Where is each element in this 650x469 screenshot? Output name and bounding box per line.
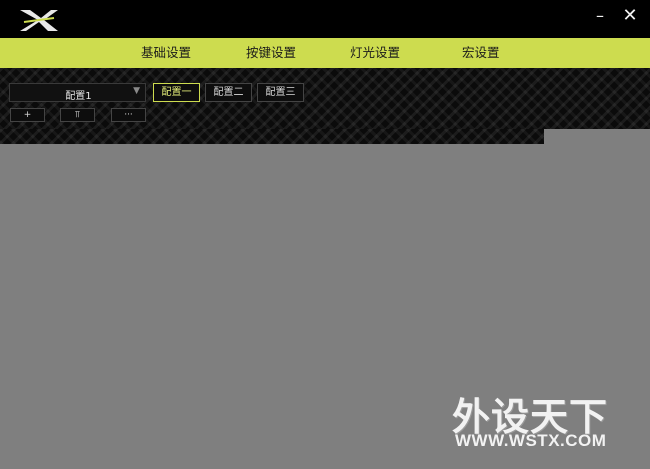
tab-basic-settings[interactable]: 基础设置	[141, 38, 191, 68]
toolbar-decoration	[0, 129, 544, 144]
tab-macro-settings[interactable]: 宏设置	[462, 38, 500, 68]
config-one-button[interactable]: 配置一	[153, 83, 200, 102]
tab-lighting-settings[interactable]: 灯光设置	[350, 38, 400, 68]
delete-profile-button[interactable]: ⫪	[60, 108, 95, 122]
minimize-button[interactable]: –	[589, 6, 611, 28]
config-two-button[interactable]: 配置二	[205, 83, 252, 102]
add-profile-button[interactable]: +	[10, 108, 45, 122]
profile-select-value: 配置1	[65, 91, 92, 102]
app-window: – ✕ 基础设置 按键设置 灯光设置 宏设置 配置1 ▼ 配置一 配置二 配置三…	[0, 0, 650, 469]
config-three-button[interactable]: 配置三	[257, 83, 304, 102]
title-bar[interactable]: – ✕	[0, 0, 650, 38]
close-button[interactable]: ✕	[619, 6, 641, 28]
more-options-button[interactable]: ···	[111, 108, 146, 122]
main-nav: 基础设置 按键设置 灯光设置 宏设置	[0, 38, 650, 68]
watermark-url: WWW.WSTX.COM	[455, 431, 607, 450]
profile-select[interactable]: 配置1 ▼	[9, 83, 146, 102]
chevron-down-icon: ▼	[133, 86, 140, 96]
x-logo-icon	[20, 10, 58, 31]
tab-key-settings[interactable]: 按键设置	[246, 38, 296, 68]
